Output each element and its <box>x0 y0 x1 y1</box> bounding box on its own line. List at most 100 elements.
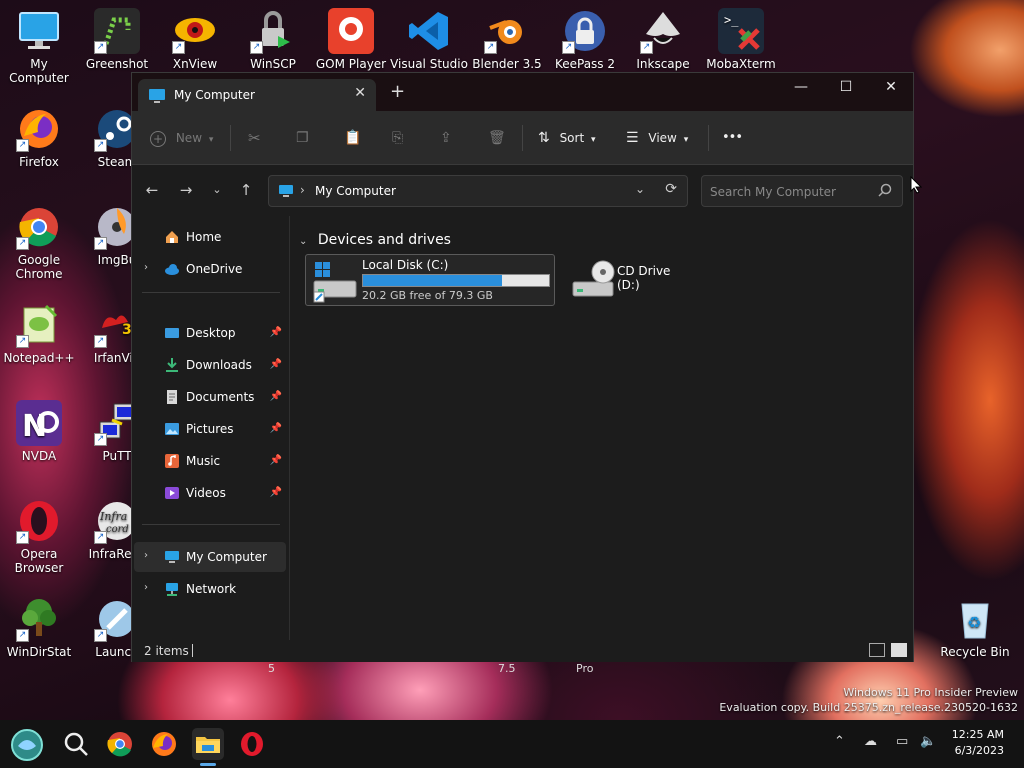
drive-usage-bar <box>362 274 550 287</box>
desktop-icon-opera[interactable]: ↗ Opera Browser <box>0 498 78 575</box>
sidebar-item-my-computer[interactable]: › My Computer <box>134 542 286 572</box>
opera-taskbar-icon[interactable] <box>236 728 268 760</box>
desktop-icon-mobaxterm[interactable]: >_ MobaXterm <box>702 8 780 71</box>
more-options-button[interactable]: ••• <box>722 125 743 151</box>
new-tab-button[interactable]: + <box>390 83 405 101</box>
picture-icon <box>164 421 180 437</box>
tab-title: My Computer <box>174 88 255 102</box>
clock[interactable]: 12:25 AM 6/3/2023 <box>952 727 1004 759</box>
shortcut-arrow-icon: ↗ <box>94 41 107 54</box>
breadcrumb-path[interactable]: My Computer <box>315 184 396 198</box>
desktop-icon-gom-player[interactable]: GOM Player <box>312 8 390 71</box>
desktop-icon-greenshot[interactable]: ↗ Greenshot <box>78 8 156 71</box>
taskbar: ⌃ ☁ ▭ 🔈 12:25 AM 6/3/2023 <box>0 720 1024 768</box>
back-button[interactable]: ← <box>139 177 165 203</box>
search-taskbar-button[interactable] <box>60 728 92 760</box>
pin-icon[interactable]: 📌 <box>270 487 282 498</box>
maximize-button[interactable]: ☐ <box>823 73 869 103</box>
show-hidden-icons-button[interactable]: ⌃ <box>834 734 845 749</box>
pin-icon[interactable]: 📌 <box>270 327 282 338</box>
desktop-icon-windirstat[interactable]: ↗ WinDirStat <box>0 596 78 659</box>
drive-item-local-disk-c[interactable]: Local Disk (C:) 20.2 GB free of 79.3 GB <box>305 254 555 306</box>
file-explorer-taskbar-icon[interactable] <box>192 728 224 766</box>
up-button[interactable]: ↑ <box>233 177 259 203</box>
content-pane: ⌄ Devices and drives Local Disk (C:) 20.… <box>291 216 913 640</box>
sidebar-item-downloads[interactable]: Downloads 📌 <box>134 350 286 380</box>
desktop-icon-google-chrome[interactable]: ↗ Google Chrome <box>0 204 78 281</box>
address-bar[interactable]: › My Computer ⌄ ⟳ <box>268 175 688 207</box>
address-dropdown-icon[interactable]: ⌄ <box>635 182 645 196</box>
desktop-icon-nvda[interactable]: N NVDA <box>0 400 78 463</box>
desktop-icon-visual-studio[interactable]: Visual Studio <box>390 8 468 71</box>
desktop-icon-xnview[interactable]: ↗ XnView <box>156 8 234 71</box>
sidebar-item-videos[interactable]: Videos 📌 <box>134 478 286 508</box>
sidebar-item-music[interactable]: Music 📌 <box>134 446 286 476</box>
desktop-icon-recycle-bin[interactable]: ♻ Recycle Bin <box>936 596 1014 659</box>
no-network-icon[interactable]: ☁ <box>864 734 877 749</box>
shortcut-arrow-icon: ↗ <box>94 139 107 152</box>
desktop-icon-keepass[interactable]: ↗ KeePass 2 <box>546 8 624 71</box>
firefox-taskbar-icon[interactable] <box>148 728 180 760</box>
expand-chevron-icon[interactable]: › <box>144 582 148 593</box>
background-label: Pro <box>576 662 594 675</box>
collapse-chevron-icon[interactable]: ⌄ <box>299 236 307 247</box>
rename-button[interactable]: ⎘ <box>392 125 403 151</box>
shortcut-arrow-icon: ↗ <box>172 41 185 54</box>
breadcrumb-chevron-icon[interactable]: › <box>300 183 305 197</box>
pin-icon[interactable]: 📌 <box>270 391 282 402</box>
start-button[interactable] <box>10 728 43 761</box>
recent-locations-button[interactable]: ⌄ <box>204 177 230 203</box>
chrome-taskbar-icon[interactable] <box>104 728 136 760</box>
drive-item-cd-drive-d[interactable]: CD Drive (D:) <box>565 254 695 306</box>
sidebar-item-desktop[interactable]: Desktop 📌 <box>134 318 286 348</box>
pin-icon[interactable]: 📌 <box>270 455 282 466</box>
paste-button[interactable]: 📋 <box>344 125 361 151</box>
new-button[interactable]: + New ▾ <box>150 125 213 151</box>
sidebar-item-onedrive[interactable]: › OneDrive <box>134 254 286 284</box>
view-list-icon: ☰ <box>626 130 639 146</box>
expand-chevron-icon[interactable]: › <box>144 262 148 273</box>
search-input[interactable] <box>710 182 870 202</box>
tiles-view-button[interactable] <box>891 643 907 657</box>
notepad-plus-plus-icon: ↗ <box>16 302 62 348</box>
visual-studio-icon <box>406 8 452 54</box>
address-row: ← → ⌄ ↑ › My Computer ⌄ ⟳ <box>132 166 913 216</box>
sidebar-item-pictures[interactable]: Pictures 📌 <box>134 414 286 444</box>
search-box[interactable] <box>701 175 903 207</box>
desktop-icon-inkscape[interactable]: ↗ Inkscape <box>624 8 702 71</box>
view-button[interactable]: ☰ View ▾ <box>626 125 688 151</box>
desktop-icon-blender[interactable]: ↗ Blender 3.5 <box>468 8 546 71</box>
sidebar-divider <box>142 292 280 293</box>
volume-icon[interactable]: 🔈 <box>920 734 936 749</box>
pin-icon[interactable]: 📌 <box>270 423 282 434</box>
download-icon <box>164 357 180 373</box>
desktop-icon-notepad-plus-plus[interactable]: ↗ Notepad++ <box>0 302 78 365</box>
expand-chevron-icon[interactable]: › <box>144 550 148 561</box>
sort-icon: ⇅ <box>538 130 550 146</box>
refresh-icon[interactable]: ⟳ <box>665 181 677 197</box>
navigation-pane: Home › OneDrive Desktop 📌 Downloads 📌 Do… <box>132 216 290 640</box>
sidebar-item-home[interactable]: Home <box>134 222 286 252</box>
title-bar[interactable]: My Computer ✕ + — ☐ ✕ <box>132 73 913 111</box>
copy-button[interactable]: ❐ <box>296 125 309 151</box>
details-view-button[interactable] <box>869 643 885 657</box>
group-header-devices[interactable]: ⌄ Devices and drives <box>299 232 451 248</box>
share-button[interactable]: ⇪ <box>440 125 452 151</box>
minimize-button[interactable]: — <box>778 73 824 103</box>
network-status-icon[interactable]: ▭ <box>896 734 908 749</box>
desktop-icon-firefox[interactable]: ↗ Firefox <box>0 106 78 169</box>
desktop-icon-winscp[interactable]: ↗ WinSCP <box>234 8 312 71</box>
desktop-icon-my-computer[interactable]: My Computer <box>0 8 78 85</box>
search-icon[interactable] <box>878 183 892 200</box>
delete-button[interactable]: 🗑 <box>488 125 506 151</box>
sidebar-item-network[interactable]: › Network <box>134 574 286 604</box>
sort-button[interactable]: ⇅ Sort ▾ <box>538 125 596 151</box>
forward-button[interactable]: → <box>173 177 199 203</box>
pin-icon[interactable]: 📌 <box>270 359 282 370</box>
close-tab-icon[interactable]: ✕ <box>354 85 366 101</box>
close-window-button[interactable]: ✕ <box>868 73 914 103</box>
blender-icon: ↗ <box>484 8 530 54</box>
sidebar-item-documents[interactable]: Documents 📌 <box>134 382 286 412</box>
cut-button[interactable]: ✂ <box>248 125 261 151</box>
tab-my-computer[interactable]: My Computer ✕ <box>138 79 376 111</box>
